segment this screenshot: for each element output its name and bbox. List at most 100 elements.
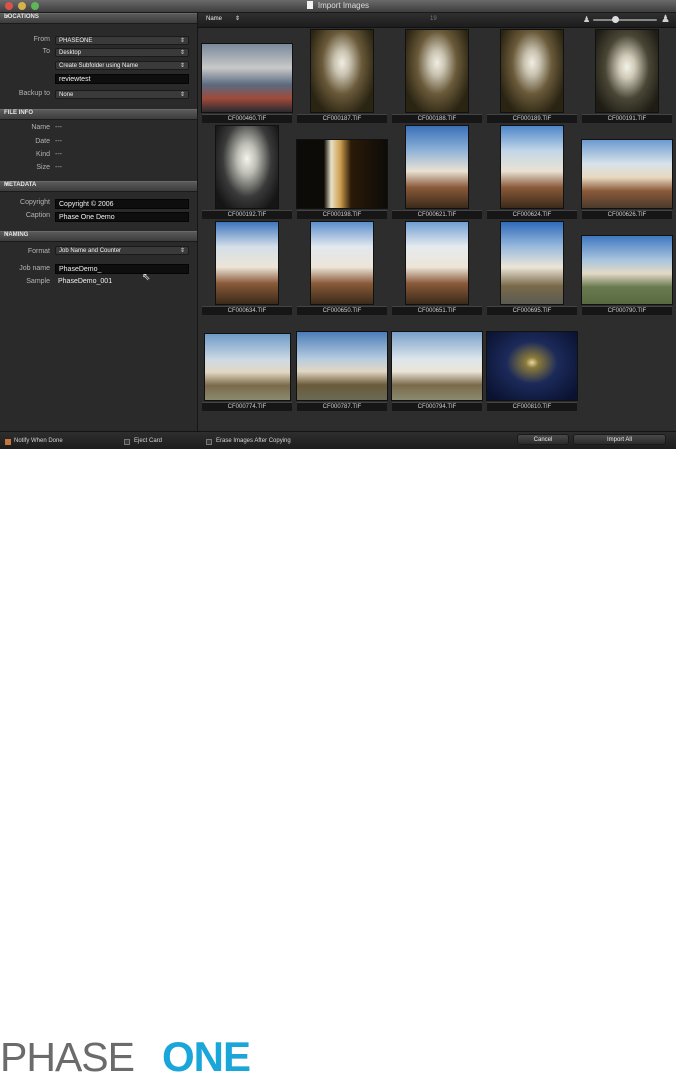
thumbnail-filename: CF000794.TIF	[392, 402, 482, 411]
thumbnail-image[interactable]	[406, 222, 468, 304]
updown-arrow-icon: ⇕	[179, 92, 185, 98]
thumbnail-image[interactable]	[582, 236, 672, 304]
browser-toolbar: Name ⇕ 19 ♟ ♟	[198, 13, 676, 28]
caption-label: Caption	[25, 212, 50, 219]
file-name-label: Name	[31, 124, 50, 131]
thumbnail-cell[interactable]: CF000787.TIF	[295, 316, 389, 412]
eject-card-checkbox[interactable]	[124, 439, 130, 445]
thumbnail-size-slider[interactable]	[593, 19, 657, 21]
thumbnail-cell[interactable]: CF000695.TIF	[485, 220, 579, 316]
logo-text-one: ONE	[162, 1033, 251, 1080]
thumbnail-cell[interactable]: CF000624.TIF	[485, 124, 579, 220]
thumbnail-image[interactable]	[596, 30, 658, 112]
erase-images-checkbox[interactable]	[206, 439, 212, 445]
thumbnail-image[interactable]	[582, 140, 672, 208]
locations-header[interactable]: LOCATIONS ▼	[0, 13, 197, 24]
backup-label: Backup to	[18, 90, 50, 97]
file-date-label: Date	[35, 138, 50, 145]
thumbnail-cell[interactable]: CF000626.TIF	[580, 124, 674, 220]
collapse-caret-icon: ▼	[4, 232, 10, 238]
thumbnail-image[interactable]	[501, 126, 563, 208]
file-info-header-label: FILE INFO	[4, 110, 33, 116]
import-all-button[interactable]: Import All	[573, 434, 666, 445]
thumbnail-filename: CF000624.TIF	[487, 210, 577, 219]
updown-arrow-icon: ⇕	[234, 16, 240, 22]
thumbnail-image[interactable]	[392, 332, 482, 400]
jobname-label: Job name	[19, 265, 50, 272]
thumbnail-cell[interactable]: CF000774.TIF	[200, 316, 294, 412]
updown-arrow-icon: ⇕	[179, 38, 185, 44]
sort-select[interactable]: Name ⇕	[206, 15, 242, 24]
thumbnail-cell[interactable]: CF000621.TIF	[390, 124, 484, 220]
notify-when-done-checkbox[interactable]	[5, 439, 11, 445]
metadata-header[interactable]: METADATA ▼	[0, 181, 197, 192]
sample-label: Sample	[26, 278, 50, 285]
backup-select-value: None	[59, 92, 74, 98]
thumbnail-size-slider-knob[interactable]	[611, 16, 619, 23]
collapse-caret-icon: ▼	[4, 182, 10, 188]
copyright-field[interactable]: Copyright © 2006	[55, 199, 189, 209]
thumbnail-image[interactable]	[205, 334, 290, 400]
thumbnail-image[interactable]	[501, 222, 563, 304]
thumbnail-cell[interactable]: CF000191.TIF	[580, 28, 674, 124]
thumbnail-cell[interactable]: CF000650.TIF	[295, 220, 389, 316]
document-icon	[306, 1, 313, 9]
thumbnail-cell[interactable]: CF000810.TIF	[485, 316, 579, 412]
from-select[interactable]: PHASEONE ⇕	[55, 36, 189, 45]
thumbnail-cell[interactable]: CF000192.TIF	[200, 124, 294, 220]
thumbnail-image[interactable]	[216, 222, 278, 304]
file-name-value: ---	[55, 124, 62, 131]
thumbnail-image[interactable]	[487, 332, 577, 400]
backup-select[interactable]: None ⇕	[55, 90, 189, 99]
format-label: Format	[27, 248, 50, 255]
file-size-value: ---	[55, 164, 62, 171]
thumbnail-image[interactable]	[297, 140, 387, 208]
thumbnail-grid: CF000460.TIF CF000187.TIF CF000188.TIF CF00…	[198, 28, 676, 430]
thumbnail-image[interactable]	[202, 44, 292, 112]
sidebar: LOCATIONS ▼ From PHASEONE ⇕ To Desktop ⇕…	[0, 13, 198, 431]
thumbnail-image[interactable]	[311, 222, 373, 304]
to-select[interactable]: Desktop ⇕	[55, 48, 189, 57]
naming-header[interactable]: NAMING ▼	[0, 231, 197, 242]
thumbnail-cell[interactable]: CF000189.TIF	[485, 28, 579, 124]
notify-when-done-label: Notify When Done	[14, 438, 63, 444]
thumbnail-cell[interactable]: CF000634.TIF	[200, 220, 294, 316]
subfolder-name-field[interactable]: reviewtest	[55, 74, 189, 84]
thumbnail-image[interactable]	[406, 30, 468, 112]
erase-images-label: Erase Images After Copying	[216, 438, 291, 444]
thumbnail-cell[interactable]: CF000188.TIF	[390, 28, 484, 124]
jobname-field[interactable]: PhaseDemo_	[55, 264, 189, 274]
thumbnail-image[interactable]	[501, 30, 563, 112]
file-kind-value: ---	[55, 151, 62, 158]
collapse-caret-icon: ▼	[4, 14, 10, 20]
eject-card-label: Eject Card	[134, 438, 163, 444]
thumbnail-cell[interactable]: CF000460.TIF	[200, 28, 294, 124]
updown-arrow-icon: ⇕	[179, 248, 185, 254]
format-select[interactable]: Job Name and Counter ⇕	[55, 246, 189, 255]
thumbnail-filename: CF000695.TIF	[487, 306, 577, 315]
title-bar: Import Images	[0, 0, 676, 13]
thumbnail-filename: CF000187.TIF	[297, 114, 387, 123]
file-info-header[interactable]: FILE INFO	[0, 109, 197, 120]
thumbnail-image[interactable]	[216, 126, 278, 208]
thumbnail-cell[interactable]: CF000651.TIF	[390, 220, 484, 316]
thumbnail-cell[interactable]: CF000187.TIF	[295, 28, 389, 124]
cancel-button[interactable]: Cancel	[517, 434, 569, 445]
window-title-text: Import Images	[317, 1, 370, 10]
thumbnail-filename: CF000189.TIF	[487, 114, 577, 123]
caption-field[interactable]: Phase One Demo	[55, 212, 189, 222]
person-large-icon: ♟	[661, 14, 670, 25]
thumbnail-filename: CF000198.TIF	[297, 210, 387, 219]
thumbnail-filename: CF000787.TIF	[297, 402, 387, 411]
thumbnail-cell[interactable]: CF000794.TIF	[390, 316, 484, 412]
mouse-pointer-icon: ⇖	[142, 272, 151, 283]
subfolder-select[interactable]: Create Subfolder using Name ⇕	[55, 61, 189, 70]
format-select-value: Job Name and Counter	[59, 248, 122, 254]
thumbnail-cell[interactable]: CF000790.TIF	[580, 220, 674, 316]
thumbnail-image[interactable]	[311, 30, 373, 112]
thumbnail-image[interactable]	[297, 332, 387, 400]
thumbnail-cell[interactable]: CF000198.TIF	[295, 124, 389, 220]
import-images-window: Import Images LOCATIONS ▼ From PHASEONE …	[0, 0, 676, 449]
thumbnail-image[interactable]	[406, 126, 468, 208]
subfolder-select-value: Create Subfolder using Name	[59, 63, 139, 69]
